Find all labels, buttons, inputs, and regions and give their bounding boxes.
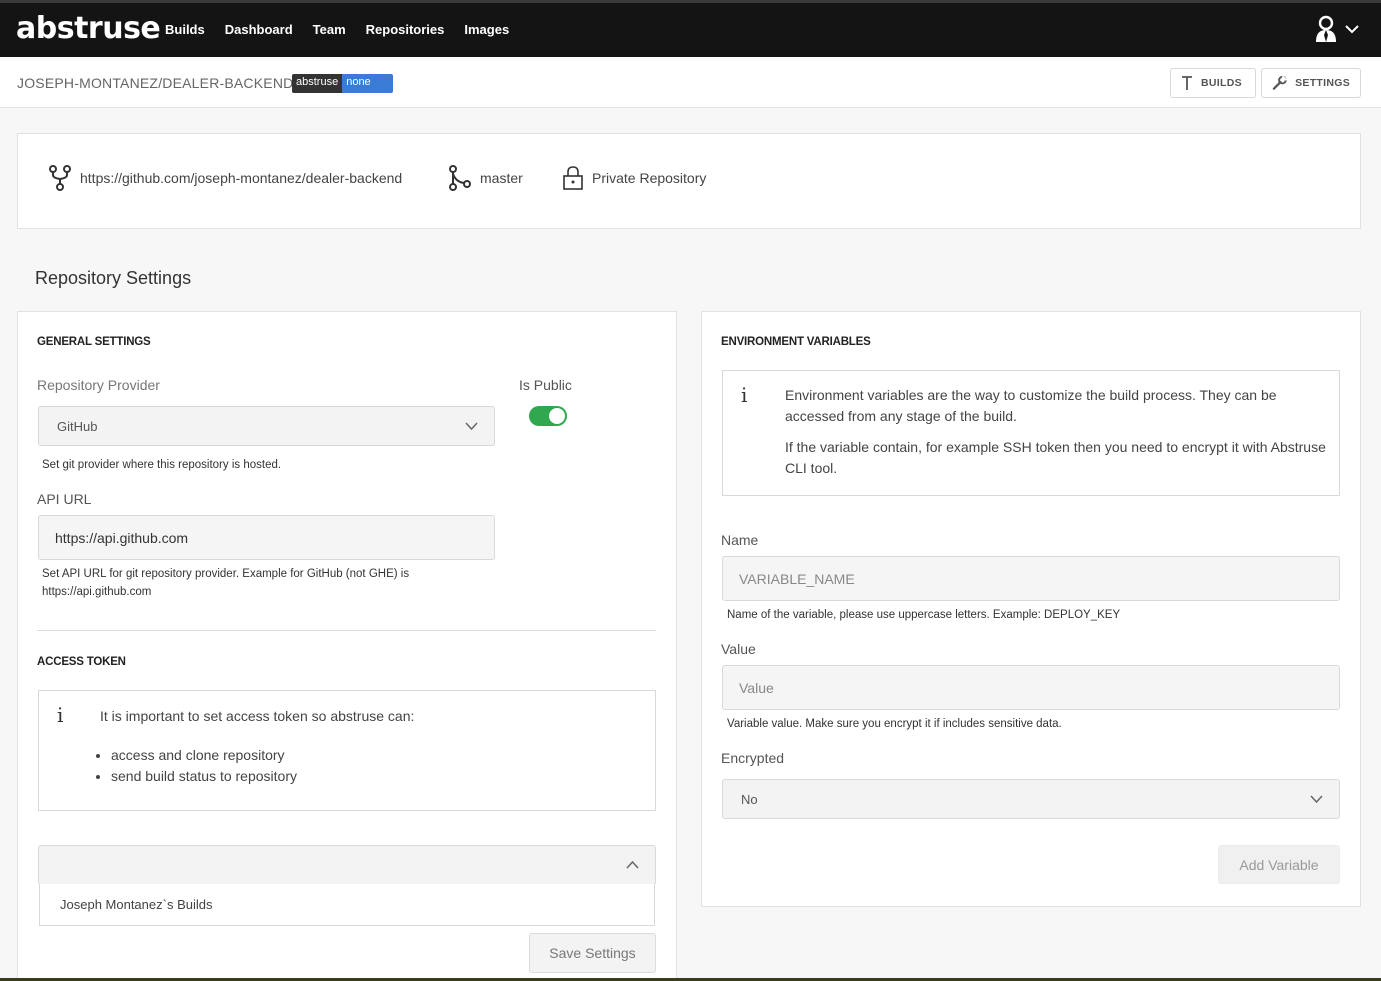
provider-select[interactable]: GitHub (38, 406, 495, 446)
access-token-info-text: It is important to set access token so a… (100, 708, 415, 724)
chevron-down-icon (1345, 25, 1359, 34)
builds-icon (1182, 76, 1192, 90)
user-menu[interactable] (1315, 15, 1359, 43)
var-value-help: Variable value. Make sure you encrypt it… (727, 718, 1062, 730)
badge-left: abstruse (292, 74, 343, 93)
provider-help: Set git provider where this repository i… (42, 459, 282, 471)
settings-button[interactable]: SETTINGS (1261, 68, 1361, 98)
info-icon: i (741, 383, 748, 407)
general-settings-title: GENERAL SETTINGS (37, 336, 151, 348)
builds-button-label: BUILDS (1201, 77, 1242, 89)
nav-images[interactable]: Images (464, 22, 509, 37)
chevron-down-icon (465, 422, 478, 430)
user-icon (1316, 15, 1336, 42)
is-public-label: Is Public (519, 377, 572, 393)
repo-title: JOSEPH-MONTANEZ/DEALER-BACKEND (17, 75, 294, 91)
wrench-icon (1272, 75, 1287, 90)
save-settings-button[interactable]: Save Settings (529, 933, 656, 973)
builds-button[interactable]: BUILDS (1170, 68, 1256, 98)
chevron-up-icon (626, 861, 639, 869)
badge-right: none (342, 74, 393, 93)
var-name-placeholder: VARIABLE_NAME (739, 570, 855, 587)
branch-icon (449, 165, 471, 191)
list-item: send build status to repository (111, 766, 297, 787)
env-info-p1: Environment variables are the way to cus… (785, 387, 1277, 424)
repo-url[interactable]: https://github.com/joseph-montanez/deale… (80, 170, 402, 186)
encrypted-value: No (741, 791, 758, 807)
repo-info-card: https://github.com/joseph-montanez/deale… (17, 133, 1361, 229)
repo-url-item: https://github.com/joseph-montanez/deale… (48, 164, 402, 192)
access-token-bullets: access and clone repository send build s… (93, 745, 297, 787)
var-name-help: Name of the variable, please use upperca… (727, 609, 1121, 621)
nav-builds[interactable]: Builds (165, 22, 205, 37)
is-public-toggle[interactable] (529, 406, 567, 426)
env-info-box: i Environment variables are the way to c… (722, 370, 1340, 496)
encrypted-label: Encrypted (721, 750, 785, 766)
var-value-placeholder: Value (739, 679, 774, 696)
settings-button-label: SETTINGS (1295, 77, 1350, 89)
add-variable-button[interactable]: Add Variable (1218, 845, 1340, 884)
fork-icon (49, 165, 71, 191)
encrypted-select[interactable]: No (722, 779, 1340, 819)
toggle-knob (549, 408, 565, 424)
api-url-input[interactable]: https://api.github.com (38, 515, 495, 560)
api-url-help-line-2: https://api.github.com (42, 586, 152, 598)
branch-name: master (480, 170, 523, 186)
access-token-title: ACCESS TOKEN (37, 656, 126, 668)
api-url-help: Set API URL for git repository provider.… (42, 565, 409, 601)
info-icon: i (57, 703, 64, 727)
var-name-label: Name (721, 532, 759, 548)
nav-team[interactable]: Team (313, 22, 346, 37)
page-title: Repository Settings (35, 268, 192, 288)
visibility-text: Private Repository (592, 170, 707, 186)
lock-icon (563, 166, 583, 190)
branch-item: master (448, 164, 523, 192)
var-value-label: Value (721, 641, 756, 657)
nav-repositories[interactable]: Repositories (366, 22, 445, 37)
top-navbar: abstruse Builds Dashboard Team Repositor… (0, 0, 1381, 57)
access-token-info-box: i It is important to set access token so… (38, 690, 656, 811)
access-token-dropdown-list: Joseph Montanez`s Builds (39, 884, 655, 926)
chevron-down-icon (1310, 795, 1323, 803)
env-vars-title: ENVIRONMENT VARIABLES (721, 336, 871, 348)
repo-header: JOSEPH-MONTANEZ/DEALER-BACKEND abstruse … (0, 57, 1381, 108)
visibility-item: Private Repository (562, 164, 706, 192)
api-url-help-line-1: Set API URL for git repository provider.… (42, 568, 410, 580)
build-status-badge: abstruse none (292, 74, 393, 93)
app-logo[interactable]: abstruse (16, 11, 161, 46)
provider-label: Repository Provider (37, 377, 160, 393)
list-item: access and clone repository (111, 745, 297, 766)
access-token-option[interactable]: Joseph Montanez`s Builds (60, 897, 212, 912)
nav-dashboard[interactable]: Dashboard (225, 22, 293, 37)
access-token-select[interactable] (38, 845, 656, 885)
provider-value: GitHub (57, 418, 98, 434)
api-url-value: https://api.github.com (55, 529, 189, 546)
main-nav: Builds Dashboard Team Repositories Image… (165, 22, 529, 37)
api-url-label: API URL (37, 491, 92, 507)
var-value-input[interactable]: Value (722, 665, 1340, 710)
var-name-input[interactable]: VARIABLE_NAME (722, 556, 1340, 601)
env-info-p2: If the variable contain, for example SSH… (785, 439, 1326, 476)
section-divider (37, 630, 656, 631)
